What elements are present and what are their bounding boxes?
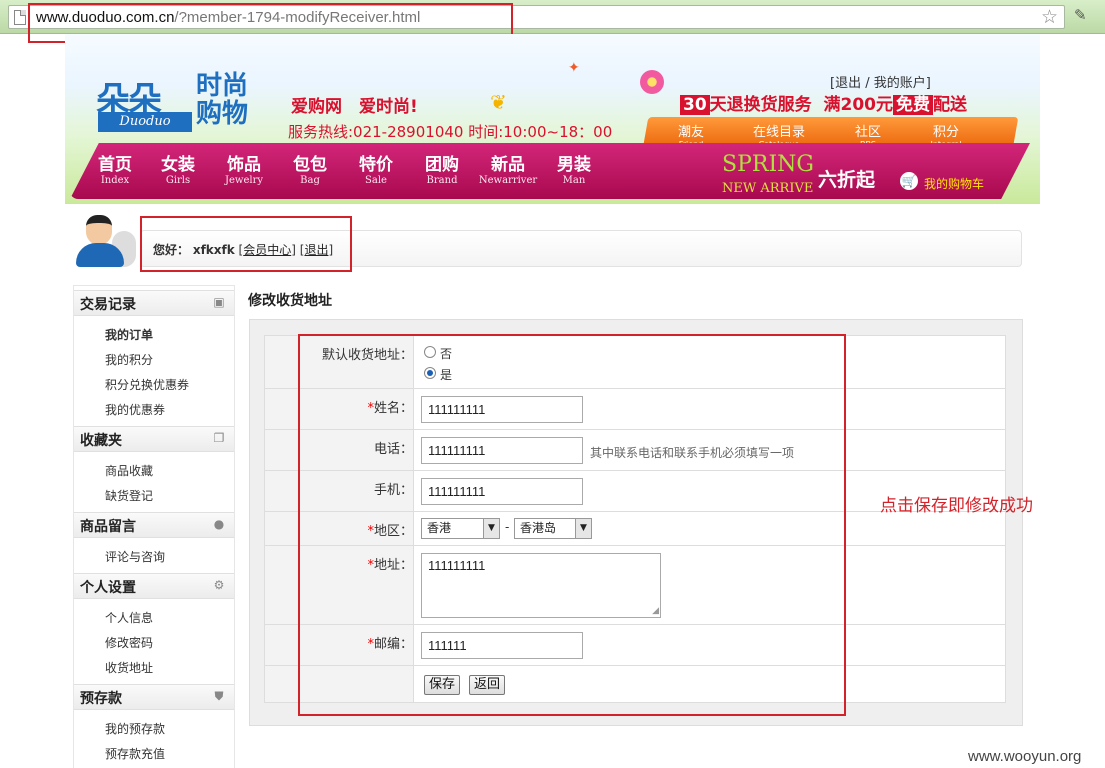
sidebar-item-fav-products[interactable]: 商品收藏 bbox=[105, 462, 153, 479]
nav-jewelry[interactable]: 饰品 Jewelry bbox=[214, 150, 274, 186]
wrench-icon[interactable]: ✎ bbox=[1074, 6, 1087, 24]
slogan: 爱购网 爱时尚! bbox=[291, 97, 418, 117]
nav-brand[interactable]: 团购 Brand bbox=[412, 150, 472, 186]
sidebar-title-favorites: 收藏夹 bbox=[80, 433, 122, 449]
annotation-note: 点击保存即修改成功 bbox=[880, 496, 1033, 516]
archive-icon: ▣ bbox=[213, 295, 225, 309]
sidebar-title-settings: 个人设置 bbox=[80, 580, 136, 596]
nav-index[interactable]: 首页 Index bbox=[85, 150, 145, 186]
nav-man[interactable]: 男装 Man bbox=[544, 150, 604, 186]
sidebar-item-stockout[interactable]: 缺货登记 bbox=[105, 487, 153, 504]
hotline: 服务热线:021-28901040 时间:10:00~18：00 bbox=[288, 123, 613, 141]
logo-en: Duoduo bbox=[98, 112, 192, 132]
nav-girls[interactable]: 女装 Girls bbox=[148, 150, 208, 186]
shield-icon: ⛊ bbox=[214, 689, 224, 703]
account-links[interactable]: [退出 / 我的账户] bbox=[830, 72, 931, 91]
highlight-box-member bbox=[140, 216, 352, 272]
nav-bag[interactable]: 包包 Bag bbox=[280, 150, 340, 186]
page-icon bbox=[14, 10, 26, 25]
sidebar-item-profile[interactable]: 个人信息 bbox=[105, 609, 153, 626]
sidebar-title-messages: 商品留言 bbox=[80, 519, 136, 535]
sidebar-item-coupons[interactable]: 我的优惠券 bbox=[105, 401, 165, 418]
gear-icon: ⚙ bbox=[213, 578, 225, 592]
copy-icon: ❐ bbox=[213, 431, 225, 445]
flower-icon bbox=[640, 70, 664, 94]
promo-banner: 30 天退换货服务 满200元 免费 配送 bbox=[680, 90, 967, 115]
butterfly-icon: ❦ bbox=[490, 90, 507, 114]
cart-link[interactable]: 我的购物车 bbox=[924, 175, 984, 192]
logo-text-2: 时尚 购物 bbox=[196, 71, 249, 129]
chat-icon: ● bbox=[213, 517, 225, 531]
discount-banner: 六折起 bbox=[818, 169, 876, 191]
butterfly-icon: ✦ bbox=[568, 60, 580, 76]
sidebar-item-my-deposit[interactable]: 我的预存款 bbox=[105, 720, 165, 737]
sidebar-item-reviews[interactable]: 评论与咨询 bbox=[105, 548, 165, 565]
avatar bbox=[74, 213, 138, 269]
site-logo[interactable]: 朵朵 时尚 购物 Duoduo bbox=[96, 70, 276, 134]
sidebar-item-address[interactable]: 收货地址 bbox=[105, 659, 153, 676]
sidebar-item-points[interactable]: 我的积分 bbox=[105, 351, 153, 368]
nav-newarriver[interactable]: 新品 Newarriver bbox=[478, 150, 538, 186]
bookmark-star-icon[interactable]: ☆ bbox=[1041, 6, 1058, 28]
sidebar-title-deposit: 预存款 bbox=[80, 691, 122, 707]
highlight-box-form bbox=[298, 334, 846, 716]
sidebar-item-password[interactable]: 修改密码 bbox=[105, 634, 153, 651]
new-arrive-banner: NEW ARRIVE bbox=[722, 181, 814, 196]
sidebar-item-orders[interactable]: 我的订单 bbox=[105, 326, 153, 343]
sidebar-item-deposit-topup[interactable]: 预存款充值 bbox=[105, 745, 165, 762]
nav-sale[interactable]: 特价 Sale bbox=[346, 150, 406, 186]
sidebar-item-points-exchange[interactable]: 积分兑换优惠券 bbox=[105, 376, 189, 393]
watermark: www.wooyun.org bbox=[968, 748, 1082, 765]
page-title: 修改收货地址 bbox=[248, 293, 332, 309]
sidebar-title-trade: 交易记录 bbox=[80, 297, 136, 313]
cart-icon[interactable]: 🛒 bbox=[900, 172, 918, 190]
spring-banner: SPRING bbox=[722, 152, 814, 177]
